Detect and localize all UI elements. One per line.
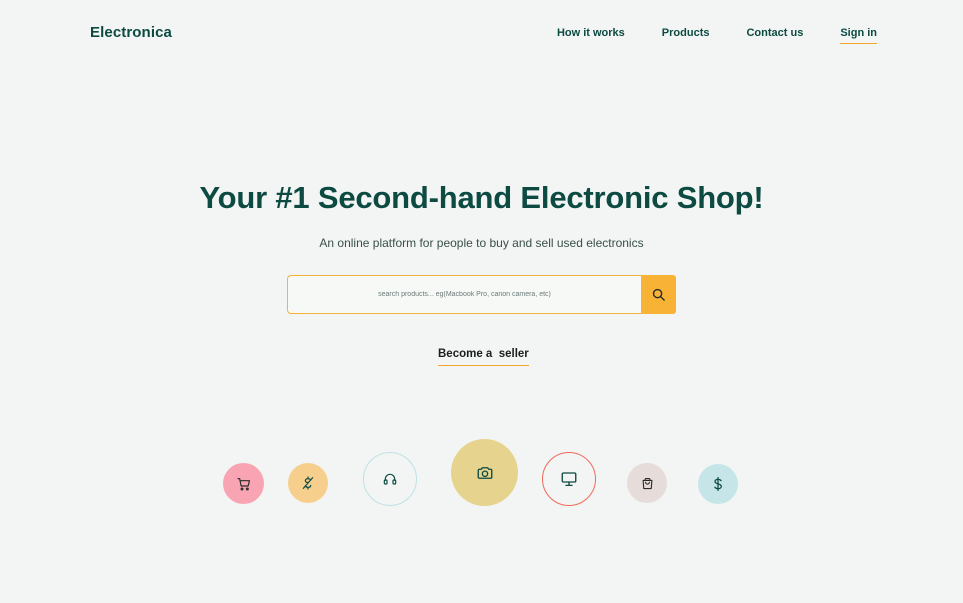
- cart-icon: [236, 476, 252, 492]
- dollar-icon: [710, 476, 726, 492]
- search-button[interactable]: [641, 275, 676, 314]
- camera-icon: [476, 464, 494, 482]
- category-shopping-bag-bubble[interactable]: [627, 463, 667, 503]
- become-seller-link[interactable]: Become a seller: [438, 348, 529, 366]
- nav-products[interactable]: Products: [662, 27, 710, 44]
- hero-subtitle: An online platform for people to buy and…: [319, 236, 644, 250]
- monitor-icon: [560, 470, 578, 488]
- dollar-slash-icon: [300, 475, 316, 491]
- category-monitor-bubble[interactable]: [542, 452, 596, 506]
- search-bar: [287, 275, 676, 314]
- headphones-icon: [382, 471, 398, 487]
- category-headphones-bubble[interactable]: [363, 452, 417, 506]
- hero-title: Your #1 Second-hand Electronic Shop!: [199, 180, 764, 215]
- category-dollar-slash-bubble[interactable]: [288, 463, 328, 503]
- nav-sign-in[interactable]: Sign in: [840, 27, 877, 44]
- brand-logo[interactable]: Electronica: [90, 24, 172, 41]
- category-dollar-bubble[interactable]: [698, 464, 738, 504]
- main-nav: How it works Products Contact us Sign in: [557, 27, 877, 44]
- category-cart-bubble[interactable]: [223, 463, 264, 504]
- nav-how-it-works[interactable]: How it works: [557, 27, 625, 44]
- category-camera-bubble[interactable]: [451, 439, 518, 506]
- search-icon: [651, 287, 666, 302]
- shopping-bag-icon: [640, 476, 655, 491]
- nav-contact-us[interactable]: Contact us: [746, 27, 803, 44]
- search-input[interactable]: [287, 275, 641, 314]
